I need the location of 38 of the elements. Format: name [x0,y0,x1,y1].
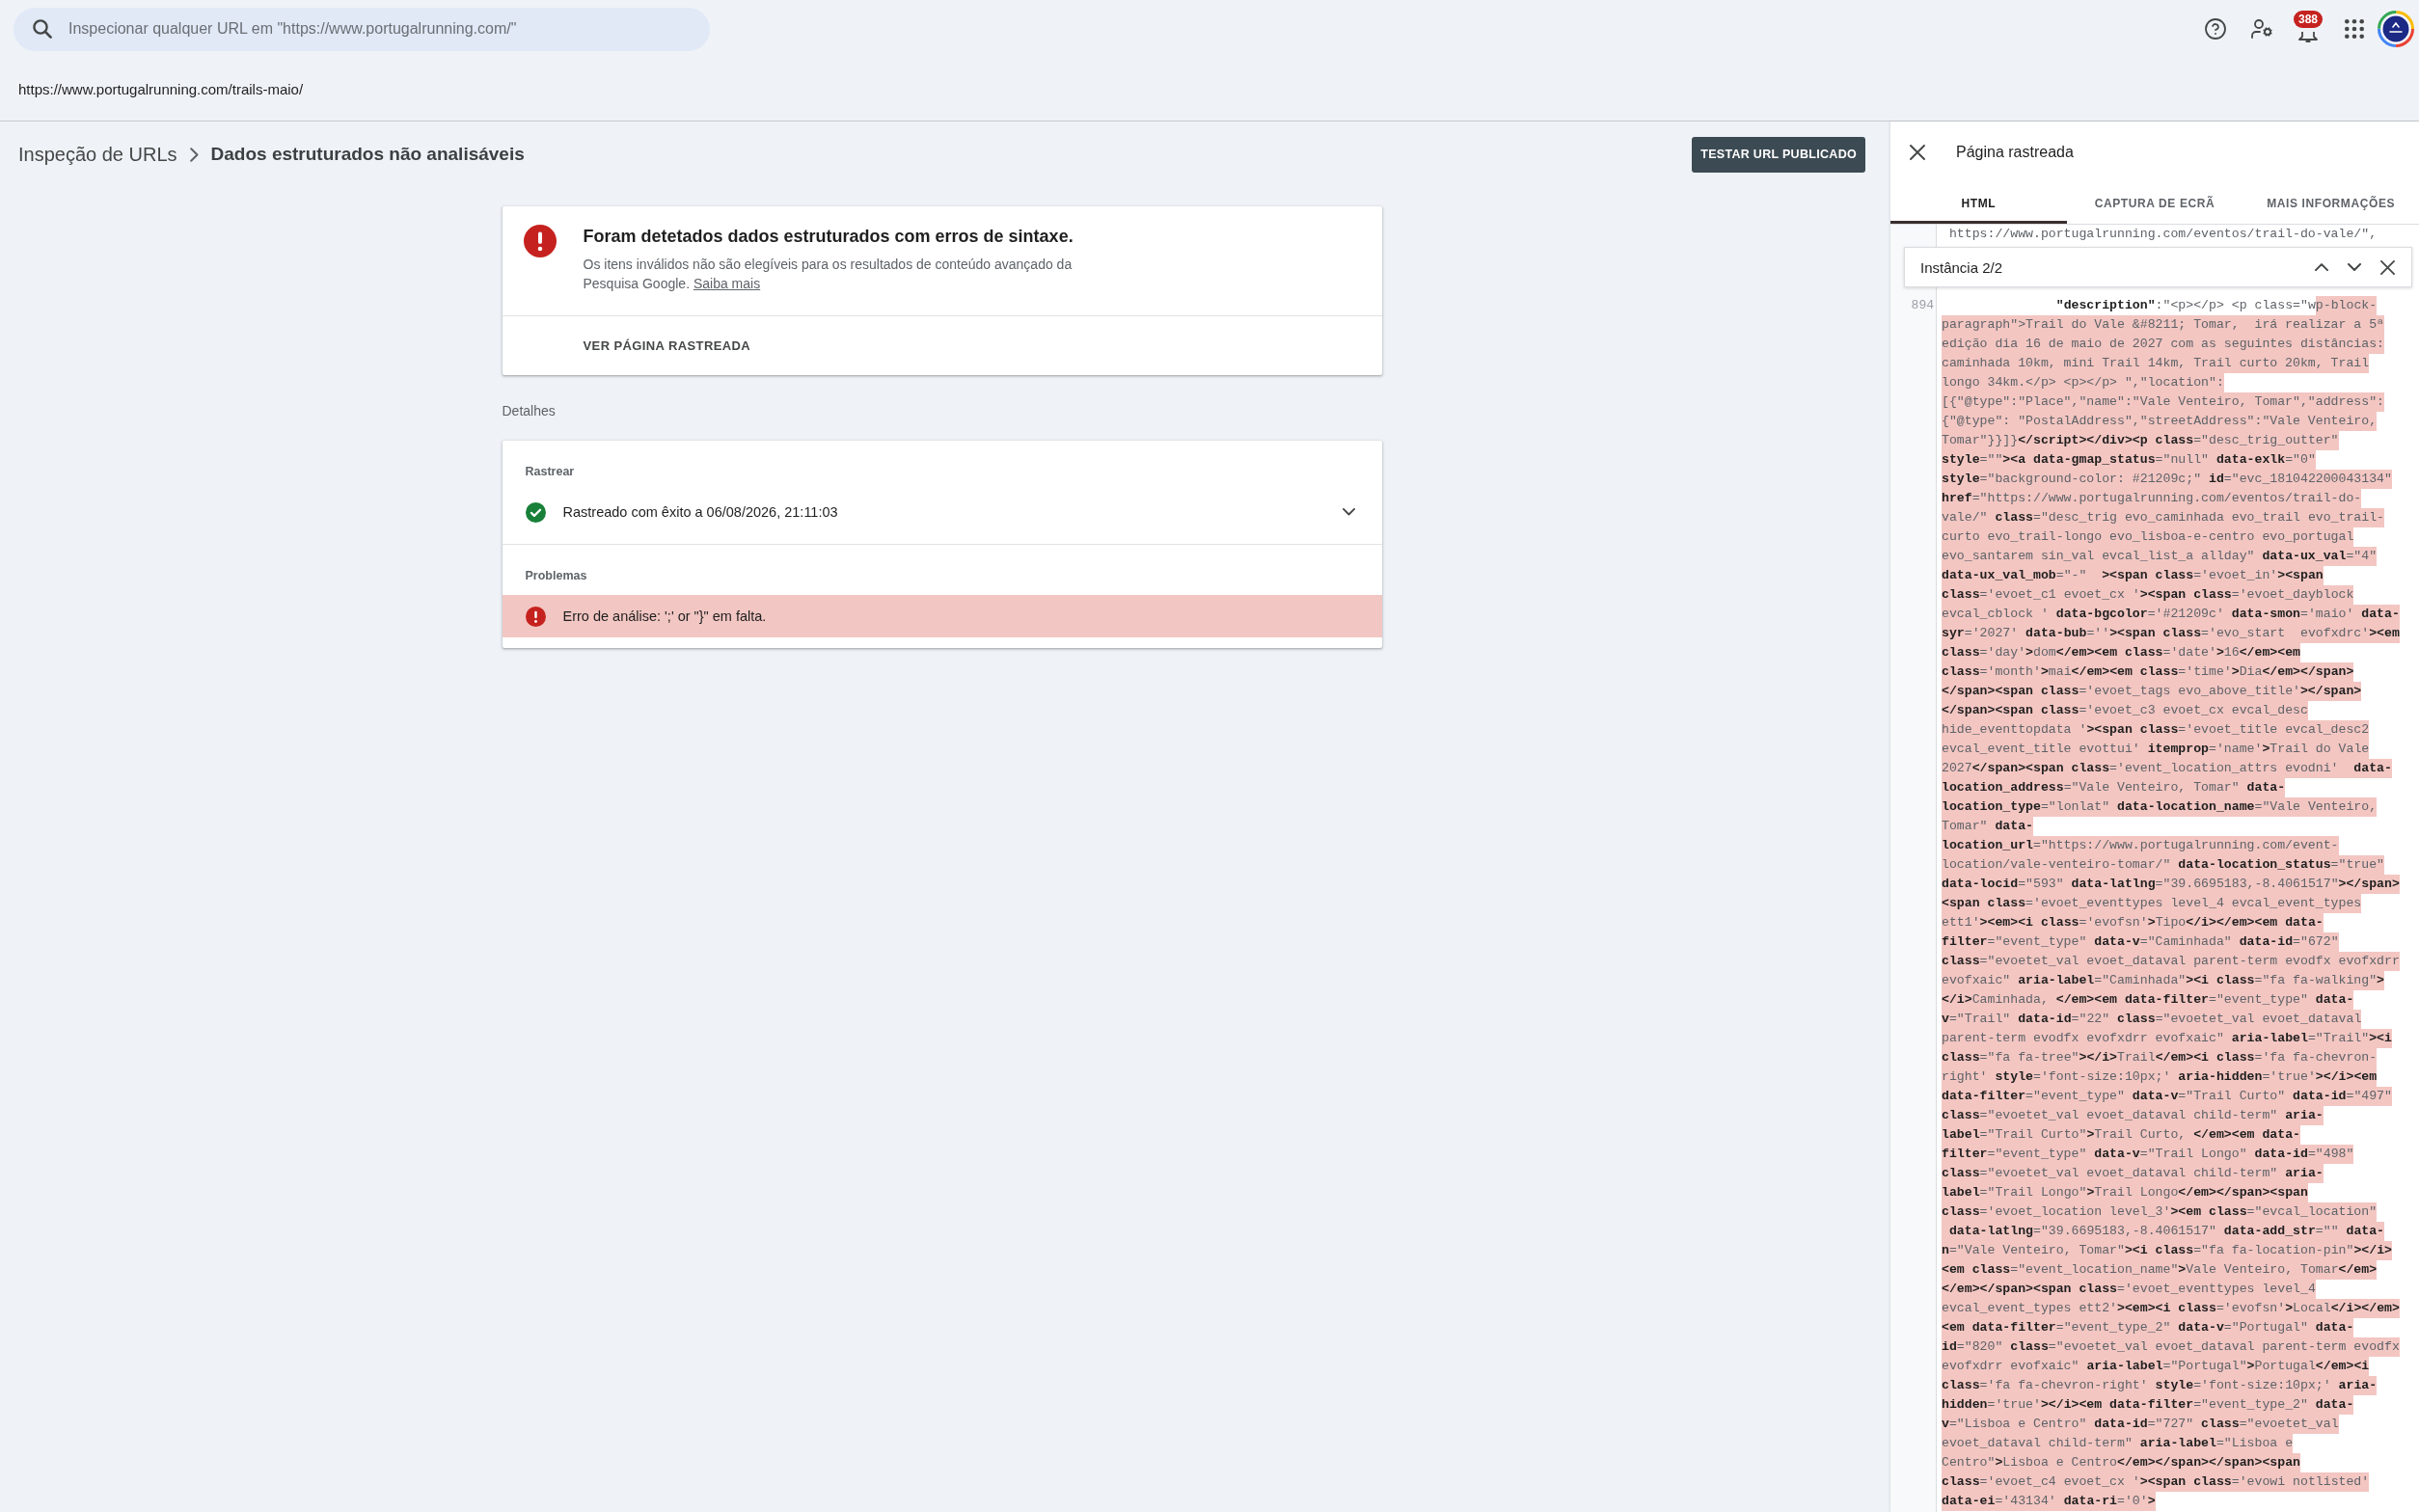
section-label: Problemas [525,568,587,583]
check-circle-icon [525,501,546,523]
page-title: Dados estruturados não analisáveis [210,144,525,165]
search-input[interactable]: Inspecionar qualquer URL em "https://www.portugalrunning.com/" [68,17,647,40]
avatar-icon[interactable] [2378,11,2414,47]
code-line: https://www.portugalrunning.com/eventos/trail-do-vale/", [1947,226,2378,243]
close-icon[interactable] [1910,144,1925,160]
close-icon[interactable] [2380,259,2395,275]
chevron-down-icon[interactable] [2348,262,2361,272]
person-gear-icon[interactable] [2250,17,2273,40]
tab[interactable]: MAIS INFORMAÇÕES [2242,182,2419,224]
bell-icon[interactable] [2298,31,2318,42]
match-count: Instância 2/2 [1920,258,2003,276]
notification-badge: 388 [2294,11,2323,28]
summary-title: Foram detetados dados estruturados com erros de sintaxe. [583,226,1074,248]
summary-description: Os itens inválidos não são elegíveis para os resultados de conteúdo avançado da Pesquisa Google. Saiba mais [583,256,1074,293]
chevron-right-icon [189,147,199,162]
tab[interactable]: CAPTURA DE ECRÃ [2066,182,2243,224]
learn-more-link[interactable]: Saiba mais [693,276,761,291]
status-text: Rastreado com êxito a 06/08/2026, 21:11:03 [562,504,838,520]
breadcrumb-link[interactable]: Inspeção de URLs [18,143,177,166]
view-crawled-page-button[interactable]: VER PÁGINA RASTREADA [583,338,751,353]
help-icon[interactable] [2204,17,2227,40]
test-url-button[interactable]: TESTAR URL PUBLICADO [1692,136,1865,173]
error-icon [523,225,557,257]
line-number: 894 [1911,297,1934,314]
code-line: "description":"<p></p> <p class="wp-block- [1942,296,2378,315]
details-heading: Detalhes [502,402,557,420]
search-field[interactable]: Inspecionar qualquer URL em "https://www.portugalrunning.com/" [14,7,710,51]
section-label: Rastrear [525,464,575,479]
inspected-url: https://www.portugalrunning.com/trails-maio/ [18,81,304,97]
chevron-down-icon[interactable] [1342,508,1355,516]
search-icon [33,19,52,39]
status-text: Erro de análise: ';' or "}" em falta. [562,608,767,624]
chevron-up-icon[interactable] [2315,262,2328,272]
dots-grid-icon[interactable] [2345,19,2364,39]
panel-title: Página rastreada [1956,143,2074,161]
error-icon [525,606,546,627]
